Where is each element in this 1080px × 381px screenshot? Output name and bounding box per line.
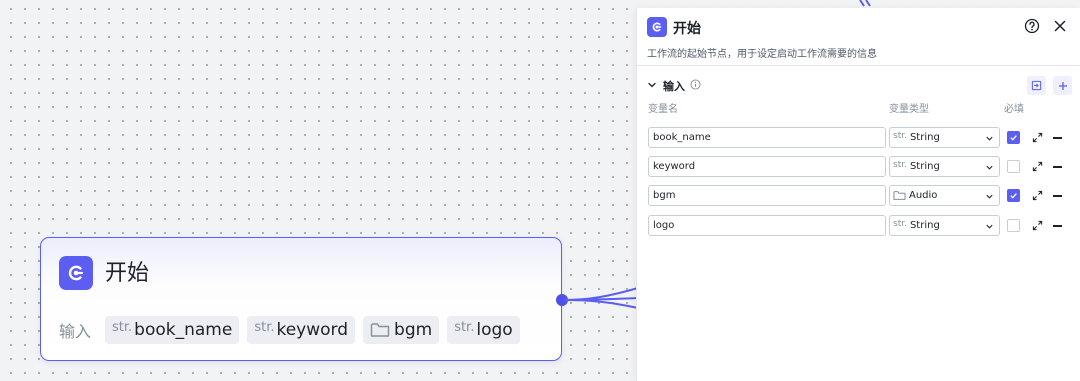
start-node-title: 开始 bbox=[105, 261, 150, 286]
connection-edges[interactable] bbox=[560, 270, 640, 320]
import-icon bbox=[1031, 80, 1042, 91]
remove-variable-icon[interactable] bbox=[1053, 225, 1062, 227]
required-checkbox[interactable] bbox=[1007, 189, 1020, 202]
required-checkbox[interactable] bbox=[1007, 219, 1020, 232]
start-node-icon bbox=[647, 17, 667, 37]
variable-name-input[interactable] bbox=[648, 185, 886, 206]
column-header-required: 必填 bbox=[1004, 104, 1024, 115]
type-label: String bbox=[909, 161, 940, 172]
variable-name-input[interactable] bbox=[648, 127, 886, 148]
remove-variable-icon[interactable] bbox=[1053, 166, 1062, 168]
string-type-icon: str. bbox=[893, 218, 907, 229]
type-label: String bbox=[909, 220, 940, 231]
chevron-down-icon bbox=[986, 224, 993, 229]
variable-name-input[interactable] bbox=[648, 215, 886, 236]
remove-variable-icon[interactable] bbox=[1053, 137, 1062, 139]
section-title: 输入 bbox=[663, 80, 685, 93]
check-icon bbox=[1010, 193, 1017, 199]
help-button[interactable] bbox=[1023, 17, 1041, 35]
panel-description: 工作流的起始节点，用于设定启动工作流需要的信息 bbox=[647, 49, 877, 60]
variable-row: str. String bbox=[648, 127, 1076, 148]
input-chip-keyword: str. keyword bbox=[247, 316, 356, 344]
variable-name-input[interactable] bbox=[648, 156, 886, 177]
input-chip-bgm: bgm bbox=[363, 316, 440, 344]
variable-type-select[interactable]: str. String bbox=[889, 127, 1000, 148]
type-label: String bbox=[909, 132, 940, 143]
check-icon bbox=[1010, 135, 1017, 141]
chevron-down-icon bbox=[986, 165, 993, 170]
type-label: Audio bbox=[909, 190, 938, 201]
plus-icon bbox=[1058, 81, 1067, 90]
start-node-icon bbox=[59, 256, 93, 290]
variable-type-select[interactable]: Audio bbox=[889, 185, 1000, 206]
chevron-down-icon bbox=[986, 194, 993, 199]
help-icon bbox=[1024, 18, 1040, 34]
folder-icon bbox=[370, 323, 390, 337]
variable-row: Audio bbox=[648, 185, 1076, 206]
start-node[interactable]: 开始 输入 str. book_name str. keyword bgm st… bbox=[40, 237, 568, 361]
chip-name: book_name bbox=[134, 320, 233, 340]
close-button[interactable] bbox=[1051, 17, 1069, 35]
variable-type-select[interactable]: str. String bbox=[889, 215, 1000, 236]
column-header-type: 变量类型 bbox=[889, 104, 929, 115]
string-type-icon: str. bbox=[454, 319, 475, 335]
chip-name: logo bbox=[476, 320, 513, 340]
string-type-icon: str. bbox=[112, 319, 133, 335]
string-type-icon: str. bbox=[893, 130, 907, 141]
expand-icon[interactable] bbox=[1032, 220, 1043, 231]
chip-name: keyword bbox=[276, 320, 349, 340]
panel-title: 开始 bbox=[673, 21, 701, 37]
variable-row: str. String bbox=[648, 215, 1076, 236]
inputs-label: 输入 bbox=[59, 322, 92, 341]
variable-type-select[interactable]: str. String bbox=[889, 156, 1000, 177]
folder-icon bbox=[893, 191, 906, 200]
chip-name: bgm bbox=[394, 320, 433, 340]
required-checkbox[interactable] bbox=[1007, 160, 1020, 173]
remove-variable-icon[interactable] bbox=[1053, 195, 1062, 197]
chevron-down-icon[interactable] bbox=[647, 80, 657, 90]
close-icon bbox=[1054, 20, 1066, 32]
input-chip-book-name: str. book_name bbox=[105, 316, 240, 344]
column-header-name: 变量名 bbox=[648, 104, 678, 115]
add-variable-button[interactable] bbox=[1053, 76, 1072, 95]
start-node-inputs: 输入 str. book_name str. keyword bgm str. … bbox=[59, 316, 520, 344]
expand-icon[interactable] bbox=[1032, 190, 1043, 201]
import-variables-button[interactable] bbox=[1027, 76, 1046, 95]
variable-row: str. String bbox=[648, 156, 1076, 177]
panel-header: 开始 工作流的起始节点，用于设定启动工作流需要的信息 bbox=[637, 8, 1080, 66]
expand-icon[interactable] bbox=[1032, 161, 1043, 172]
info-icon[interactable] bbox=[690, 79, 701, 90]
chevron-down-icon bbox=[986, 136, 993, 141]
expand-icon[interactable] bbox=[1032, 132, 1043, 143]
string-type-icon: str. bbox=[254, 319, 275, 335]
required-checkbox[interactable] bbox=[1007, 131, 1020, 144]
string-type-icon: str. bbox=[893, 159, 907, 170]
input-chip-logo: str. logo bbox=[447, 316, 520, 344]
